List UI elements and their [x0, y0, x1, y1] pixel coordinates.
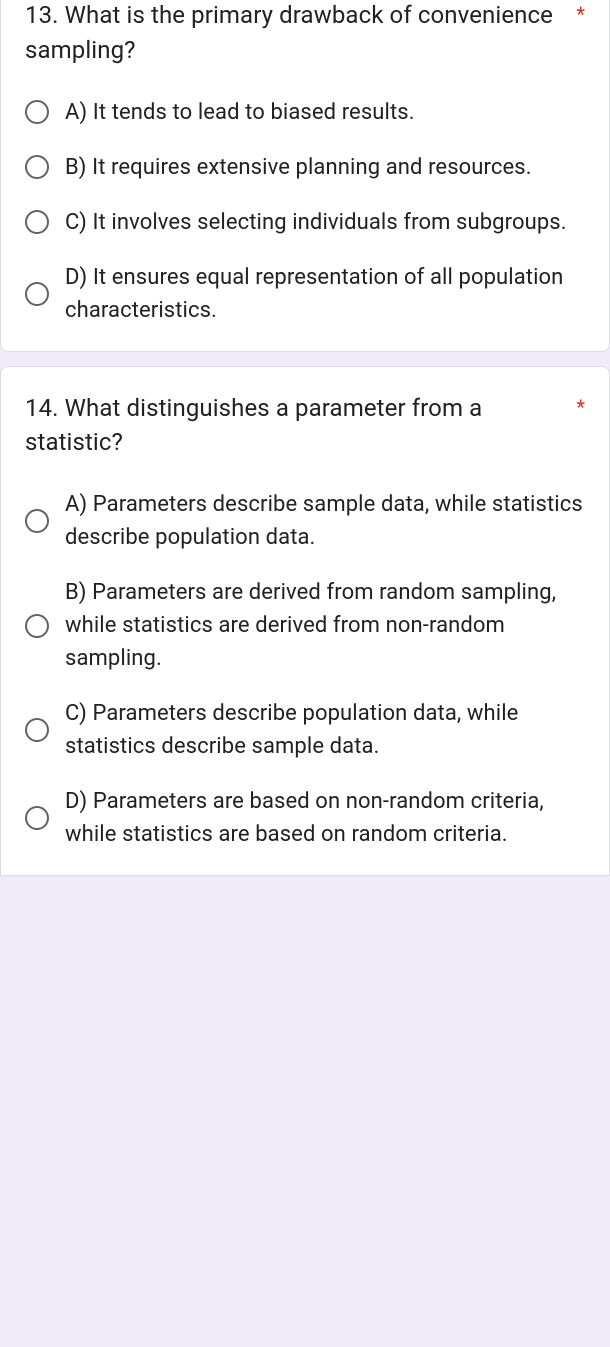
- radio-icon: [25, 718, 49, 742]
- option-b[interactable]: B) Parameters are derived from random sa…: [25, 576, 585, 675]
- radio-icon: [25, 806, 49, 830]
- option-label: B) Parameters are derived from random sa…: [65, 576, 585, 675]
- option-a[interactable]: A) It tends to lead to biased results.: [25, 96, 585, 129]
- radio-icon: [25, 100, 49, 124]
- option-label: C) Parameters describe population data, …: [65, 697, 585, 763]
- required-asterisk: *: [576, 391, 585, 419]
- question-card-13: 13. What is the primary drawback of conv…: [0, 0, 610, 352]
- option-label: A) Parameters describe sample data, whil…: [65, 488, 585, 554]
- radio-icon: [25, 210, 49, 234]
- question-header: 13. What is the primary drawback of conv…: [25, 0, 585, 68]
- radio-icon: [25, 509, 49, 533]
- option-label: D) Parameters are based on non-random cr…: [65, 785, 585, 851]
- option-d[interactable]: D) Parameters are based on non-random cr…: [25, 785, 585, 851]
- options-group: A) It tends to lead to biased results. B…: [25, 96, 585, 327]
- option-label: D) It ensures equal representation of al…: [65, 261, 585, 327]
- option-label: A) It tends to lead to biased results.: [65, 96, 415, 129]
- radio-icon: [25, 614, 49, 638]
- radio-icon: [25, 282, 49, 306]
- option-d[interactable]: D) It ensures equal representation of al…: [25, 261, 585, 327]
- option-a[interactable]: A) Parameters describe sample data, whil…: [25, 488, 585, 554]
- option-c[interactable]: C) It involves selecting individuals fro…: [25, 206, 585, 239]
- question-text: 14. What distinguishes a parameter from …: [25, 391, 566, 461]
- required-asterisk: *: [576, 0, 585, 26]
- options-group: A) Parameters describe sample data, whil…: [25, 488, 585, 851]
- option-c[interactable]: C) Parameters describe population data, …: [25, 697, 585, 763]
- option-label: B) It requires extensive planning and re…: [65, 151, 532, 184]
- question-header: 14. What distinguishes a parameter from …: [25, 367, 585, 461]
- option-label: C) It involves selecting individuals fro…: [65, 206, 567, 239]
- radio-icon: [25, 155, 49, 179]
- question-card-14: 14. What distinguishes a parameter from …: [0, 366, 610, 877]
- option-b[interactable]: B) It requires extensive planning and re…: [25, 151, 585, 184]
- question-text: 13. What is the primary drawback of conv…: [25, 0, 566, 68]
